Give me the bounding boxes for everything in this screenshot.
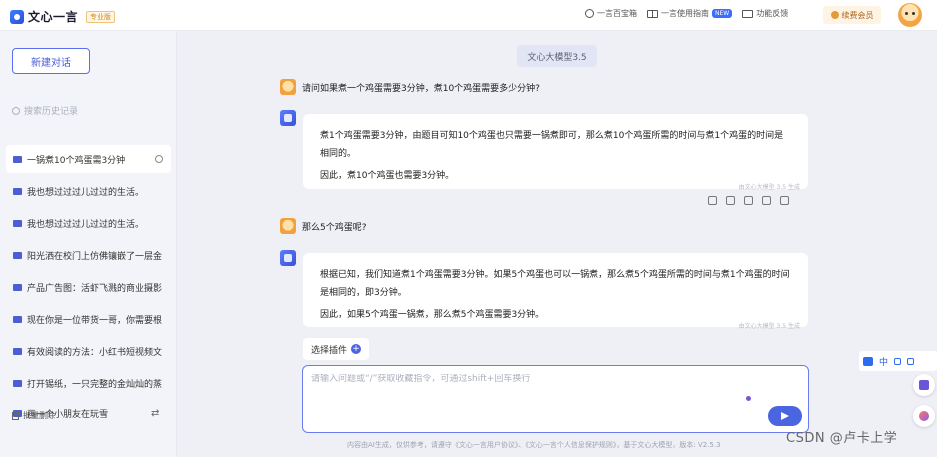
share-icon[interactable] <box>155 155 163 163</box>
pro-badge: 专业版 <box>86 10 116 23</box>
logo-icon <box>10 9 24 24</box>
feedback-link[interactable]: 功能反馈 <box>742 8 788 19</box>
chat-icon <box>13 187 22 195</box>
composer <box>302 365 809 433</box>
renew-vip-button[interactable]: 续费会员 <box>823 6 881 24</box>
footer-disclaimer: 内容由AI生成，仅供参考，请遵守《文心一言用户协议》、《文心一言个人信息保护规则… <box>347 441 721 449</box>
chat-icon <box>13 251 22 259</box>
generated-note: 由文心大模型 3.5 生成 <box>738 184 800 191</box>
history-item-label: 阳光洒在校门上仿佛镶嵌了一层金 <box>27 251 163 262</box>
history-item[interactable]: 打开锡纸，一只完整的金灿灿的蒸 <box>6 369 171 397</box>
trash-icon <box>12 411 19 420</box>
new-badge: NEW <box>712 9 733 18</box>
mail-icon <box>742 9 754 18</box>
compass-icon <box>585 9 594 18</box>
generated-note: 由文心大模型 3.5 生成 <box>738 323 800 330</box>
chat-icon <box>13 219 22 227</box>
guide-link-label: 一言使用指南 <box>661 9 709 18</box>
history-search[interactable]: 搜索历史记录 <box>12 104 78 117</box>
question-text: 那么5个鸡蛋呢? <box>302 222 367 233</box>
toolbox-link[interactable]: 一言百宝箱 <box>585 8 637 19</box>
history-item-label: 产品广告图：活虾飞溅的商业摄影 <box>27 283 163 294</box>
search-icon <box>12 106 20 115</box>
answer-paragraph: 根据已知，我们知道煮1个鸡蛋需要3分钟。如果5个鸡蛋也可以一锅煮，那么煮5个鸡蛋… <box>320 270 790 298</box>
vip-icon <box>830 11 839 19</box>
answer-card: 根据已知，我们知道煮1个鸡蛋需要3分钟。如果5个鸡蛋也可以一锅煮，那么煮5个鸡蛋… <box>303 253 808 330</box>
answer-paragraph: 因此，如果5个鸡蛋一锅煮，那么煮5个鸡蛋需要3分钟。 <box>320 310 545 320</box>
collapse-icon[interactable]: ⇄ <box>151 408 159 419</box>
chat-icon <box>13 315 22 323</box>
send-button[interactable] <box>768 406 802 426</box>
history-item-label: 现在你是一位带货一哥，你需要根 <box>27 315 163 326</box>
toolbox-link-label: 一言百宝箱 <box>597 9 637 18</box>
thumbs-down-icon[interactable] <box>780 196 789 205</box>
answer-paragraph: 煮1个鸡蛋需要3分钟，由题目可知10个鸡蛋也只需要一锅煮即可，那么煮10个鸡蛋所… <box>320 131 784 159</box>
history-item-label: 我也想过过过儿过过的生活。 <box>27 187 145 198</box>
history-item[interactable]: 有效阅读的方法：小红书短视频文 <box>6 337 171 365</box>
select-plugin-button[interactable]: 选择插件 + <box>303 338 369 360</box>
top-links: 一言百宝箱 一言使用指南 NEW 功能反馈 <box>585 8 788 19</box>
history-item-label: 一锅煮10个鸡蛋需3分钟 <box>27 155 126 166</box>
prompt-input[interactable] <box>311 374 751 384</box>
answer-paragraph: 因此，煮10个鸡蛋也需要3分钟。 <box>320 171 455 181</box>
history-item[interactable]: 一锅煮10个鸡蛋需3分钟 <box>6 145 171 173</box>
copy-icon[interactable] <box>744 196 753 205</box>
chat-icon <box>13 379 22 387</box>
notebook-icon <box>919 380 929 390</box>
input-indicator-dot <box>746 396 751 401</box>
history-item-label: 我也想过过过儿过过的生活。 <box>27 219 145 230</box>
batch-delete-button[interactable]: 批量删除 <box>12 410 55 421</box>
top-bar: 文心一言 专业版 一言百宝箱 一言使用指南 NEW 功能反馈 续费会员 <box>0 0 937 31</box>
brain-icon <box>919 411 929 421</box>
chat-icon <box>13 347 22 355</box>
user-avatar[interactable] <box>898 3 922 27</box>
guide-link[interactable]: 一言使用指南 NEW <box>647 8 733 19</box>
history-item-label: 有效阅读的方法：小红书短视频文 <box>27 347 163 358</box>
user-question: 请问如果煮一个鸡蛋需要3分钟，煮10个鸡蛋需要多少分钟? <box>280 79 540 95</box>
watermark: CSDN @卢卡上学 <box>786 431 898 446</box>
history-item[interactable]: 我也想过过过儿过过的生活。 <box>6 177 171 205</box>
history-item[interactable]: 阳光洒在校门上仿佛镶嵌了一层金 <box>6 241 171 269</box>
history-item-label: 打开锡纸，一只完整的金灿灿的蒸 <box>27 379 163 390</box>
image-icon[interactable] <box>726 196 735 205</box>
feedback-link-label: 功能反馈 <box>756 9 789 18</box>
history-item[interactable]: 现在你是一位带货一哥，你需要根 <box>6 305 171 333</box>
select-plugin-label: 选择插件 <box>310 345 347 356</box>
ime-logo-icon <box>863 356 873 366</box>
model-label: 文心大模型3.5 <box>517 45 597 67</box>
chat-icon <box>13 283 22 291</box>
bot-avatar-icon <box>280 110 296 126</box>
user-question: 那么5个鸡蛋呢? <box>280 218 367 234</box>
thumbs-up-icon[interactable] <box>762 196 771 205</box>
book-icon <box>647 9 658 18</box>
batch-delete-label: 批量删除 <box>23 411 55 420</box>
notes-fab[interactable] <box>913 374 935 396</box>
share-icon[interactable] <box>708 196 717 205</box>
plus-icon: + <box>351 344 361 354</box>
punctuation-icon <box>894 357 902 365</box>
keyboard-icon <box>907 357 915 365</box>
ime-language-label: 中 <box>879 357 889 368</box>
history-item[interactable]: 产品广告图：活虾飞溅的商业摄影 <box>6 273 171 301</box>
history-item[interactable]: 我也想过过过儿过过的生活。 <box>6 209 171 237</box>
history-search-placeholder: 搜索历史记录 <box>24 107 79 117</box>
new-chat-button[interactable]: 新建对话 <box>12 48 90 74</box>
renew-vip-label: 续费会员 <box>841 10 874 20</box>
app-name: 文心一言 <box>28 10 79 24</box>
app-logo[interactable]: 文心一言 专业版 <box>10 8 116 25</box>
user-avatar-icon <box>280 79 296 95</box>
sidebar: 新建对话 搜索历史记录 一锅煮10个鸡蛋需3分钟 我也想过过过儿过过的生活。 我… <box>0 31 177 457</box>
assistant-fab[interactable] <box>913 405 935 427</box>
bot-avatar-icon <box>280 250 296 266</box>
question-text: 请问如果煮一个鸡蛋需要3分钟，煮10个鸡蛋需要多少分钟? <box>302 83 540 94</box>
user-avatar-icon <box>280 218 296 234</box>
input-method-toolbar[interactable]: 中 <box>859 351 937 371</box>
answer-card: 煮1个鸡蛋需要3分钟，由题目可知10个鸡蛋也只需要一锅煮即可，那么煮10个鸡蛋所… <box>303 114 808 191</box>
chat-icon <box>13 155 22 163</box>
answer-actions <box>708 196 789 205</box>
